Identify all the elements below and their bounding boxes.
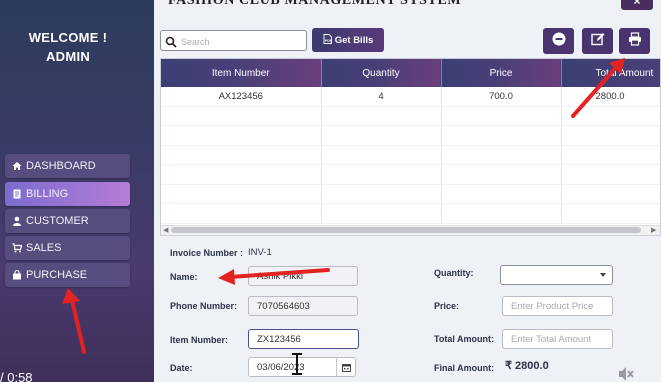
table-cell: 700.0 (441, 87, 562, 107)
edit-icon (590, 32, 605, 51)
date-label: Date: (170, 363, 193, 373)
remove-button[interactable] (543, 28, 574, 54)
search-box[interactable] (160, 30, 307, 51)
sidebar-item-label: BILLING (26, 188, 69, 200)
sidebar-item-label: SALES (26, 242, 62, 254)
calendar-icon[interactable] (336, 358, 355, 376)
phone-number-field[interactable]: 7070564603 (248, 296, 358, 316)
column-header[interactable]: Price (441, 59, 562, 87)
pdf-icon: PDF (323, 33, 333, 47)
total-amount-label: Total Amount: (434, 334, 494, 344)
price-label: Price: (434, 301, 460, 311)
sidebar-item-customer[interactable]: CUSTOMER (5, 209, 130, 233)
search-input[interactable] (179, 33, 307, 50)
cart-icon (12, 243, 22, 253)
bag-icon (12, 270, 22, 280)
user-icon (12, 216, 22, 226)
phone-number-label: Phone Number: (170, 301, 238, 311)
edit-button[interactable] (582, 28, 613, 54)
print-icon (628, 31, 642, 51)
text-cursor-icon (292, 353, 302, 375)
search-icon (165, 35, 177, 48)
quantity-label: Quantity: (434, 268, 474, 278)
quantity-select[interactable] (500, 265, 613, 285)
price-field[interactable]: Enter Product Price (502, 296, 613, 316)
get-bills-button[interactable]: PDF Get Bills (312, 28, 384, 52)
table-row[interactable] (161, 203, 660, 224)
sidebar-item-dashboard[interactable]: DASHBOARD (5, 154, 130, 178)
sidebar-item-purchase[interactable]: PURCHASE (5, 263, 130, 287)
item-number-label: Item Number: (170, 335, 229, 345)
home-icon (12, 161, 22, 171)
scrollbar-thumb[interactable] (171, 227, 641, 233)
column-header[interactable]: Item Number (161, 59, 322, 87)
annotation-arrow-print (571, 58, 625, 118)
sidebar-item-label: CUSTOMER (26, 215, 89, 227)
welcome-line: WELCOME ! (28, 30, 108, 45)
final-amount-label: Final Amount: (434, 363, 495, 373)
table-row[interactable] (161, 145, 660, 165)
horizontal-scrollbar[interactable]: ◀ ▶ (161, 225, 660, 235)
close-button[interactable]: × (621, 0, 653, 10)
annotation-arrow-name (218, 268, 330, 285)
table-cell: AX123456 (161, 87, 322, 107)
item-number-field[interactable]: ZX123456 (248, 329, 359, 349)
name-label: Name: (170, 272, 198, 282)
video-time: / 0:58 (0, 370, 33, 382)
table-row[interactable] (161, 184, 660, 204)
print-button[interactable] (619, 28, 650, 54)
invoice-number-label: Invoice Number : (170, 248, 244, 258)
table-row[interactable] (161, 164, 660, 185)
admin-name: ADMIN (45, 49, 91, 64)
sidebar-item-label: DASHBOARD (26, 160, 96, 172)
column-header[interactable]: Quantity (321, 59, 442, 87)
invoice-number-value: INV-1 (248, 247, 272, 258)
sidebar-item-label: PURCHASE (26, 269, 88, 281)
svg-text:PDF: PDF (325, 39, 332, 43)
table-cell: 4 (321, 87, 442, 107)
chevron-down-icon (600, 273, 606, 277)
app-title: FASHION CLUB MANAGEMENT SYSTEM (168, 0, 462, 8)
total-amount-field[interactable]: Enter Total Amount (502, 329, 613, 349)
sidebar-item-billing[interactable]: BILLING (5, 182, 130, 206)
mute-icon[interactable] (617, 366, 635, 382)
annotation-arrow-purchase (62, 288, 86, 354)
table-row[interactable] (161, 125, 660, 146)
final-amount-value: ₹ 2800.0 (505, 360, 549, 372)
bill-icon (12, 189, 22, 199)
scroll-right-icon[interactable]: ▶ (651, 226, 656, 235)
remove-icon (552, 32, 566, 51)
get-bills-label: Get Bills (334, 34, 374, 46)
sidebar-item-sales[interactable]: SALES (5, 236, 130, 260)
welcome-text: WELCOME ! ADMIN (0, 28, 136, 66)
scroll-left-icon[interactable]: ◀ (163, 226, 168, 235)
